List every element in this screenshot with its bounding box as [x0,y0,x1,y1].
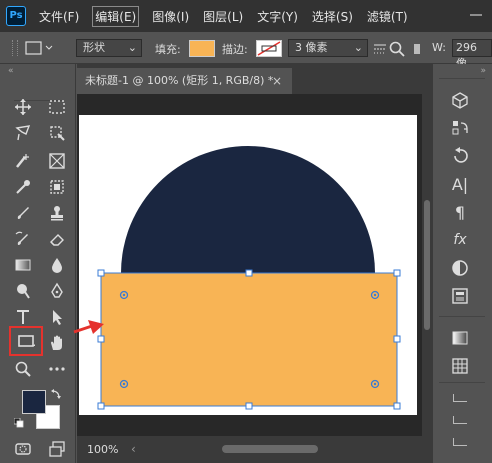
menu-select[interactable]: 选择(S) [311,6,354,27]
more-icon[interactable] [46,358,68,380]
history-icon[interactable] [447,116,473,140]
menu-image[interactable]: 图像(I) [151,6,190,27]
stroke-options-icon[interactable] [372,41,388,57]
stroke-width-dropdown[interactable]: 3 像素 ⌄ [288,39,368,57]
close-tab-icon[interactable]: × [272,68,282,94]
adjust-icon[interactable] [447,256,473,280]
fx-icon[interactable]: fx [447,228,473,252]
dodge-icon[interactable] [12,280,34,302]
type-icon[interactable] [12,306,34,328]
chevron-down-icon: ⌄ [353,41,363,54]
lasso-icon[interactable] [12,122,34,144]
right-panel-dock: » A| ¶ fx [432,64,492,463]
tools-panel: « [0,64,76,463]
width-label: W: [432,41,446,54]
rotate-icon[interactable] [447,144,473,168]
collapsed-panel-icon[interactable] [453,394,467,402]
divider [439,78,485,79]
grip-icon [12,40,18,56]
chevron-down-icon: ⌄ [127,41,137,54]
photoshop-logo: Ps [6,6,26,26]
vertical-scroll-thumb[interactable] [424,200,430,330]
screen-mode-icon[interactable] [46,438,68,460]
zoom-level[interactable]: 100% [87,443,118,456]
navy-semicircle-shape [121,146,375,273]
document-tab[interactable]: 未标题-1 @ 100% (矩形 1, RGB/8) * × [77,68,292,94]
document-tab-bar: 未标题-1 @ 100% (矩形 1, RGB/8) * × [77,64,432,94]
callout-arrow-icon [73,320,104,334]
horizontal-scroll-thumb[interactable] [222,445,318,453]
stamp-icon[interactable] [46,202,68,224]
artwork [97,146,401,410]
mode-value: 形状 [83,41,105,54]
default-colors-icon[interactable] [13,417,24,428]
fill-color [190,41,214,56]
pen-icon[interactable] [46,280,68,302]
fill-label: 填充: [155,43,181,56]
document-tab-title: 未标题-1 @ 100% (矩形 1, RGB/8) * [85,74,274,87]
blur-drop-icon[interactable] [46,254,68,276]
eraser-icon[interactable] [46,228,68,250]
orange-rectangle-shape [101,273,397,406]
stroke-label: 描边: [222,43,248,56]
grid-icon[interactable] [447,354,473,378]
divider [439,382,485,383]
character-icon[interactable]: A| [447,172,473,196]
search-icon[interactable] [388,40,406,58]
width-input[interactable]: 296 像 [452,39,492,70]
scroll-left-icon[interactable]: ‹ [131,442,136,456]
menu-file[interactable]: 文件(F) [38,6,80,27]
spot-heal-icon[interactable] [46,176,68,198]
width-lock-icon [412,42,422,56]
stroke-swatch[interactable] [256,40,282,57]
move-icon[interactable] [12,96,34,118]
collapsed-panel-icon[interactable] [453,438,467,446]
window-minimize-icon[interactable] [466,8,486,22]
collapse-panel-icon[interactable]: « [8,66,14,76]
menu-type[interactable]: 文字(Y) [256,6,299,27]
stroke-width-value: 3 像素 [295,41,328,54]
foreground-color-swatch[interactable] [22,390,46,414]
menu-edit[interactable]: 编辑(E) [92,5,140,27]
brush-plus-icon[interactable] [12,150,34,172]
marquee-icon[interactable] [46,96,68,118]
swap-colors-icon[interactable] [50,388,62,400]
mode-dropdown[interactable]: 形状 ⌄ [76,39,142,57]
vertical-scrollbar[interactable] [422,94,432,436]
document-canvas[interactable] [79,115,417,415]
menu-layer[interactable]: 图层(L) [202,6,244,27]
frame-icon[interactable] [46,150,68,172]
collapsed-panel-icon[interactable] [453,416,467,424]
divider [439,316,485,317]
history-brush-icon[interactable] [12,228,34,250]
eyedropper-icon[interactable] [12,176,34,198]
crop-icon[interactable] [46,122,68,144]
menu-filter[interactable]: 滤镜(T) [366,6,409,27]
rectangle-tool-icon[interactable] [15,330,37,352]
path-select-icon[interactable] [46,306,68,328]
3d-cube-icon[interactable] [447,88,473,112]
hand-icon[interactable] [46,332,68,354]
quick-mask-icon[interactable] [12,438,34,460]
paint-brush-icon[interactable] [12,202,34,224]
foreground-color [23,391,45,413]
fill-swatch[interactable] [189,40,215,57]
zoom-icon[interactable] [12,358,34,380]
paragraph-icon[interactable]: ¶ [447,200,473,224]
gradient-panel-icon[interactable] [447,326,473,350]
options-bar: 形状 ⌄ 填充: 描边: 3 像素 ⌄ W: 296 像 [0,32,492,70]
expand-panel-icon[interactable]: » [480,66,486,76]
properties-icon[interactable] [447,284,473,308]
menu-bar: Ps 文件(F) 编辑(E) 图像(I) 图层(L) 文字(Y) 选择(S) 滤… [0,0,492,32]
canvas-area[interactable] [77,94,422,436]
shape-preset-icon[interactable] [24,40,54,56]
gradient-icon[interactable] [12,254,34,276]
status-bar: 100% ‹ [77,436,432,463]
